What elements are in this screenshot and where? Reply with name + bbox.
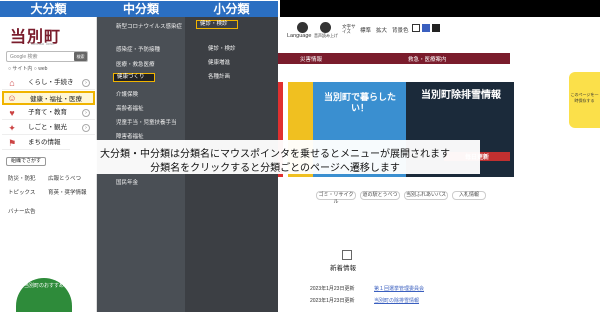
nav-emergency-medical[interactable]: 救急・医療案内 (408, 55, 447, 63)
chevron-right-icon: › (82, 109, 90, 117)
tag-garbage[interactable]: ゴミ・リサイクル (316, 191, 356, 205)
menu-item[interactable]: 国民年金 (116, 178, 138, 186)
house-icon: ⌂ (9, 78, 15, 88)
nav-disaster-info[interactable]: 災害情報 (300, 55, 322, 63)
news-link[interactable]: 第１回選挙管理委員会 (374, 285, 424, 292)
explanation-line-1: 大分類・中分類は分類名にマウスポインタを乗せるとメニューが展開されます (100, 149, 450, 160)
tag-bus[interactable]: 当別ふれあいバス (404, 191, 448, 200)
news-title: 新着情報 (330, 265, 356, 272)
banner-snow-removal-title: 当別町除排雪情報 (421, 90, 501, 101)
menu-item[interactable]: 高齢者福祉 (116, 104, 144, 112)
tag-roadside-station[interactable]: 道の駅とうべつ (360, 191, 400, 200)
side-link-disaster[interactable]: 防災・防犯 (8, 174, 36, 182)
font-standard-button[interactable]: 標準 (360, 26, 371, 34)
news-date: 2023年1月23日更新 (310, 298, 355, 304)
color-black-button[interactable] (432, 24, 440, 32)
menu-item[interactable]: 児童手当・児童扶養手当 (116, 118, 177, 126)
search-placeholder: Google 検索 (10, 54, 38, 60)
submenu-item[interactable]: 各種計画 (208, 72, 230, 80)
language-link[interactable]: Language (287, 33, 311, 39)
color-white-button[interactable] (412, 24, 420, 32)
label-small-category: 小分類 (185, 1, 278, 17)
side-link-banner-ads[interactable]: バナー広告 (8, 207, 36, 215)
language-icon[interactable] (297, 22, 308, 33)
side-link-scholarship[interactable]: 育英・奨学情報 (48, 188, 87, 196)
voice-reader-link[interactable]: 音声読み上げ (314, 33, 338, 39)
explanation-line-2: 分類名をクリックすると分類ごとのページへ遷移します (150, 163, 400, 174)
menu-item[interactable]: 新型コロナウイルス感染症 (116, 24, 182, 30)
label-medium-category: 中分類 (97, 1, 185, 17)
side-link-koho[interactable]: 広報とうべつ (48, 174, 81, 182)
search-button[interactable]: 検索 (74, 52, 87, 61)
menu-item-active[interactable]: 健康づくり (113, 73, 155, 82)
speaker-icon[interactable] (320, 22, 331, 33)
child-icon: ♥ (9, 108, 15, 118)
town-icon: ⚑ (7, 138, 17, 148)
bookmark-tab[interactable]: このページを一時保存する (569, 72, 600, 128)
search-by-org-button[interactable]: 組織でさがす (6, 157, 46, 166)
chevron-right-icon: › (82, 124, 90, 132)
background-color-label: 背景色 (392, 28, 409, 34)
news-flag-icon (342, 250, 352, 260)
submenu-item-active[interactable]: 健診・検診 (196, 20, 238, 29)
menu-item[interactable]: 医療・救急医療 (116, 60, 155, 68)
label-large-category: 大分類 (0, 1, 97, 17)
submenu-item[interactable]: 健診・検診 (208, 44, 236, 52)
site-logo-sub: Tobetsu Town (30, 41, 55, 46)
chevron-right-icon: › (82, 79, 90, 87)
recommend-badge[interactable]: 当別町のおすすめ (16, 278, 72, 312)
side-link-topics[interactable]: トピックス (8, 188, 35, 196)
font-enlarge-button[interactable]: 拡大 (376, 26, 387, 34)
news-link[interactable]: 当別町の除排雪情報 (374, 297, 419, 304)
tag-bidding[interactable]: 入札情報 (452, 191, 486, 200)
banner-live-in-tobetsu-title: 当別町で暮らしたい！ (323, 92, 396, 113)
menu-item[interactable]: 障害者福祉 (116, 132, 144, 140)
submenu-item[interactable]: 健康増進 (208, 58, 230, 66)
font-size-label: 文字サイズ (342, 24, 356, 34)
menu-item[interactable]: 介護保険 (116, 90, 138, 98)
people-icon: ☺ (7, 93, 17, 103)
search-scope-radios[interactable]: ○ サイト内 ○ web (8, 65, 47, 72)
news-date: 2023年1月23日更新 (310, 286, 355, 292)
color-blue-button[interactable] (422, 24, 430, 32)
menu-item[interactable]: 感染症・予防接種 (116, 45, 160, 53)
briefcase-icon: ✦ (8, 123, 16, 133)
